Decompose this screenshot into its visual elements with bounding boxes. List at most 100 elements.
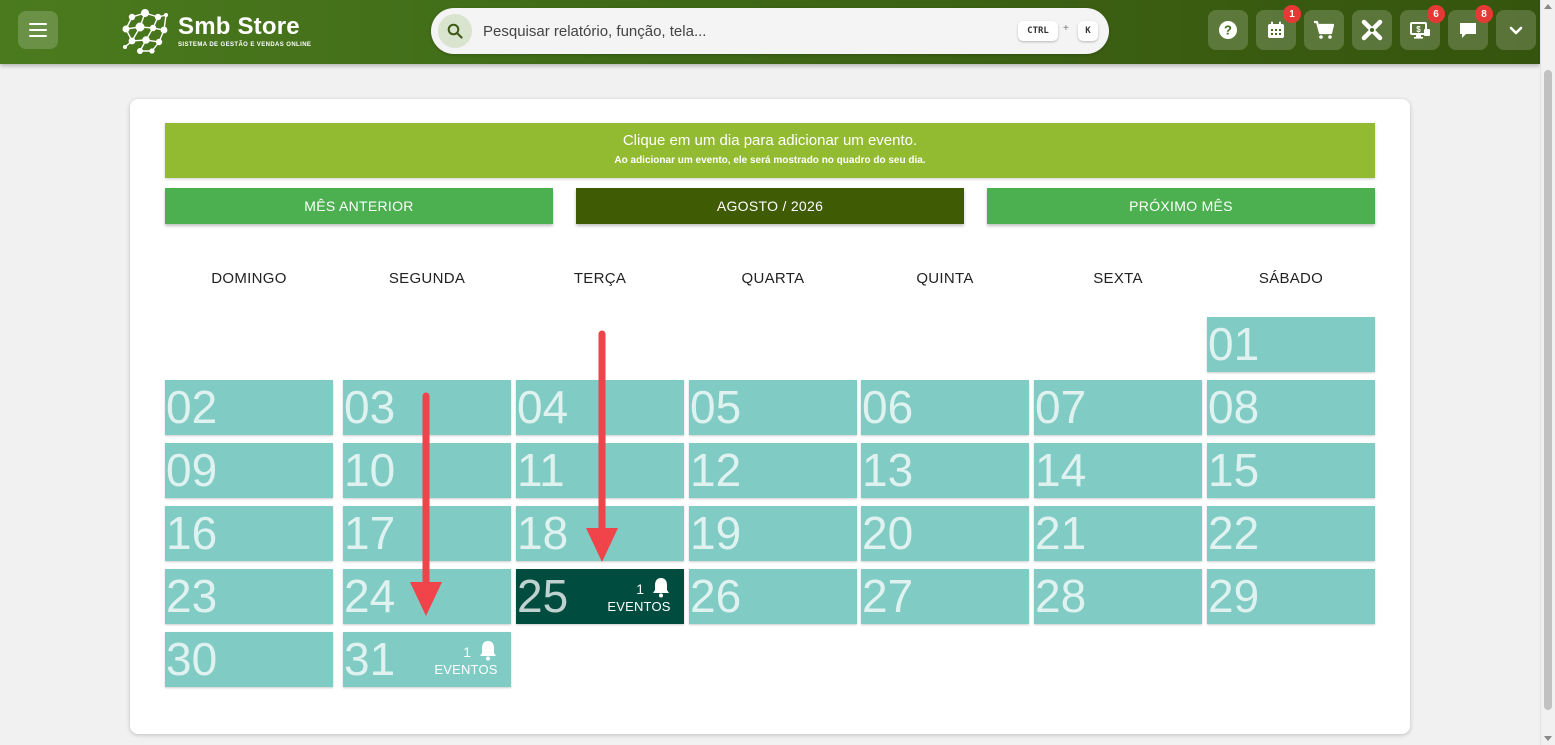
calendar-day-cell[interactable]: 25 1 EVENTOS <box>516 569 684 624</box>
monitor-badge: 6 <box>1427 5 1445 23</box>
day-number: 05 <box>690 381 742 433</box>
help-button[interactable]: ? <box>1208 10 1248 50</box>
calendar-day-cell[interactable]: 07 <box>1034 380 1202 435</box>
scroll-down-arrow-icon[interactable] <box>1544 736 1552 741</box>
annotation-arrow-down <box>410 392 442 616</box>
calendar-day-cell[interactable]: 28 <box>1034 569 1202 624</box>
weekday-label: SEGUNDA <box>388 270 466 287</box>
menu-icon-line <box>29 35 47 37</box>
day-number: 04 <box>517 381 569 433</box>
calendar-day-cell[interactable]: 05 <box>689 380 857 435</box>
day-number: 21 <box>1035 507 1087 559</box>
info-banner: Clique em um dia para adicionar um event… <box>165 123 1375 178</box>
calendar-day-cell[interactable]: 09 <box>165 443 333 498</box>
weekday-label: SEXTA <box>1093 270 1143 287</box>
calendar-day-cell[interactable]: 22 <box>1207 506 1375 561</box>
day-number: 07 <box>1035 381 1087 433</box>
cart-icon <box>1314 20 1335 39</box>
shortcut-ctrl-key: CTRL <box>1018 21 1058 41</box>
day-number: 30 <box>166 633 218 685</box>
weekday-label: SÁBADO <box>1258 270 1324 287</box>
menu-icon-line <box>29 23 47 25</box>
calendar-day-cell[interactable]: 16 <box>165 506 333 561</box>
search-button[interactable] <box>438 14 472 48</box>
calendar-day-cell[interactable]: 19 <box>689 506 857 561</box>
current-month-label[interactable]: AGOSTO / 2026 <box>576 188 964 224</box>
search-bar[interactable]: CTRL + K <box>431 8 1109 54</box>
chevron-down-icon <box>1509 26 1523 35</box>
search-input[interactable] <box>483 22 1003 40</box>
brand-text: Smb Store SISTEMA DE GESTÃO E VENDAS ONL… <box>178 14 312 48</box>
scroll-up-arrow-icon[interactable] <box>1544 4 1552 9</box>
calendar-day-cell[interactable]: 30 <box>165 632 333 687</box>
next-month-button[interactable]: PRÓXIMO MÊS <box>987 188 1375 224</box>
calendar-button[interactable]: 1 <box>1256 5 1301 50</box>
molecule-logo-icon <box>122 9 168 54</box>
messages-button[interactable]: 8 <box>1448 5 1493 50</box>
shortcut-plus: + <box>1063 23 1069 34</box>
weekday-label: QUINTA <box>916 270 974 287</box>
help-circle-icon: ? <box>1219 21 1237 39</box>
brand-logo[interactable]: Smb Store SISTEMA DE GESTÃO E VENDAS ONL… <box>120 6 311 56</box>
monitor-button[interactable]: $ 6 <box>1400 5 1445 50</box>
page-scrollbar[interactable] <box>1540 0 1555 745</box>
day-number: 27 <box>862 570 914 622</box>
svg-text:?: ? <box>1224 23 1232 38</box>
event-indicator[interactable]: 1 EVENTOS <box>604 576 674 614</box>
day-number: 12 <box>690 444 742 496</box>
calendar-day-cell[interactable]: 06 <box>861 380 1029 435</box>
svg-text:$: $ <box>1416 25 1421 34</box>
menu-icon-line <box>29 29 47 31</box>
top-bar: Smb Store SISTEMA DE GESTÃO E VENDAS ONL… <box>0 0 1540 64</box>
day-number: 16 <box>166 507 218 559</box>
day-number: 08 <box>1208 381 1260 433</box>
calendar-day-cell[interactable]: 21 <box>1034 506 1202 561</box>
bell-icon <box>480 641 496 661</box>
calendar-day-cell[interactable]: 29 <box>1207 569 1375 624</box>
user-menu-button[interactable] <box>1496 10 1536 50</box>
event-count-row: 1 <box>604 576 674 598</box>
day-number: 17 <box>344 507 396 559</box>
calendar-day-cell[interactable]: 02 <box>165 380 333 435</box>
brand-tagline: SISTEMA DE GESTÃO E VENDAS ONLINE <box>178 41 312 48</box>
tools-button[interactable] <box>1352 10 1392 50</box>
event-count-row: 1 <box>431 639 501 661</box>
info-title: Clique em um dia para adicionar um event… <box>622 132 918 149</box>
calendar-day-cell[interactable]: 13 <box>861 443 1029 498</box>
event-count: 1 <box>636 581 644 597</box>
day-number: 22 <box>1208 507 1260 559</box>
event-indicator[interactable]: 1 EVENTOS <box>431 639 501 677</box>
calendar-day-cell[interactable]: 31 1 EVENTOS <box>343 632 511 687</box>
calendar-day-cell[interactable]: 26 <box>689 569 857 624</box>
weekday-label: TERÇA <box>573 270 627 287</box>
event-label: EVENTOS <box>434 662 498 677</box>
calendar-icon <box>1268 21 1284 38</box>
day-number: 24 <box>344 570 396 622</box>
day-number: 13 <box>862 444 914 496</box>
cart-button[interactable] <box>1304 10 1344 50</box>
previous-month-button[interactable]: MÊS ANTERIOR <box>165 188 553 224</box>
calendar-card: Clique em um dia para adicionar um event… <box>130 99 1410 734</box>
calendar-day-cell[interactable]: 12 <box>689 443 857 498</box>
day-number: 25 <box>517 570 569 622</box>
shortcut-k-key: K <box>1078 21 1098 41</box>
tools-icon <box>1361 19 1383 41</box>
calendar-day-cell[interactable]: 15 <box>1207 443 1375 498</box>
day-number: 14 <box>1035 444 1087 496</box>
calendar-day-cell[interactable]: 23 <box>165 569 333 624</box>
calendar-day-cell[interactable]: 14 <box>1034 443 1202 498</box>
day-number: 26 <box>690 570 742 622</box>
calendar-day-cell[interactable]: 08 <box>1207 380 1375 435</box>
day-number: 28 <box>1035 570 1087 622</box>
calendar-day-cell[interactable]: 27 <box>861 569 1029 624</box>
hamburger-menu-button[interactable] <box>18 11 58 49</box>
day-number: 31 <box>344 633 396 685</box>
day-number: 23 <box>166 570 218 622</box>
day-number: 01 <box>1208 318 1260 370</box>
chat-icon <box>1460 23 1476 38</box>
calendar-day-cell[interactable]: 20 <box>861 506 1029 561</box>
scroll-thumb[interactable] <box>1544 70 1552 710</box>
calendar-day-cell[interactable]: 01 <box>1207 317 1375 372</box>
day-number: 06 <box>862 381 914 433</box>
info-subtitle: Ao adicionar um evento, ele será mostrad… <box>614 155 926 166</box>
